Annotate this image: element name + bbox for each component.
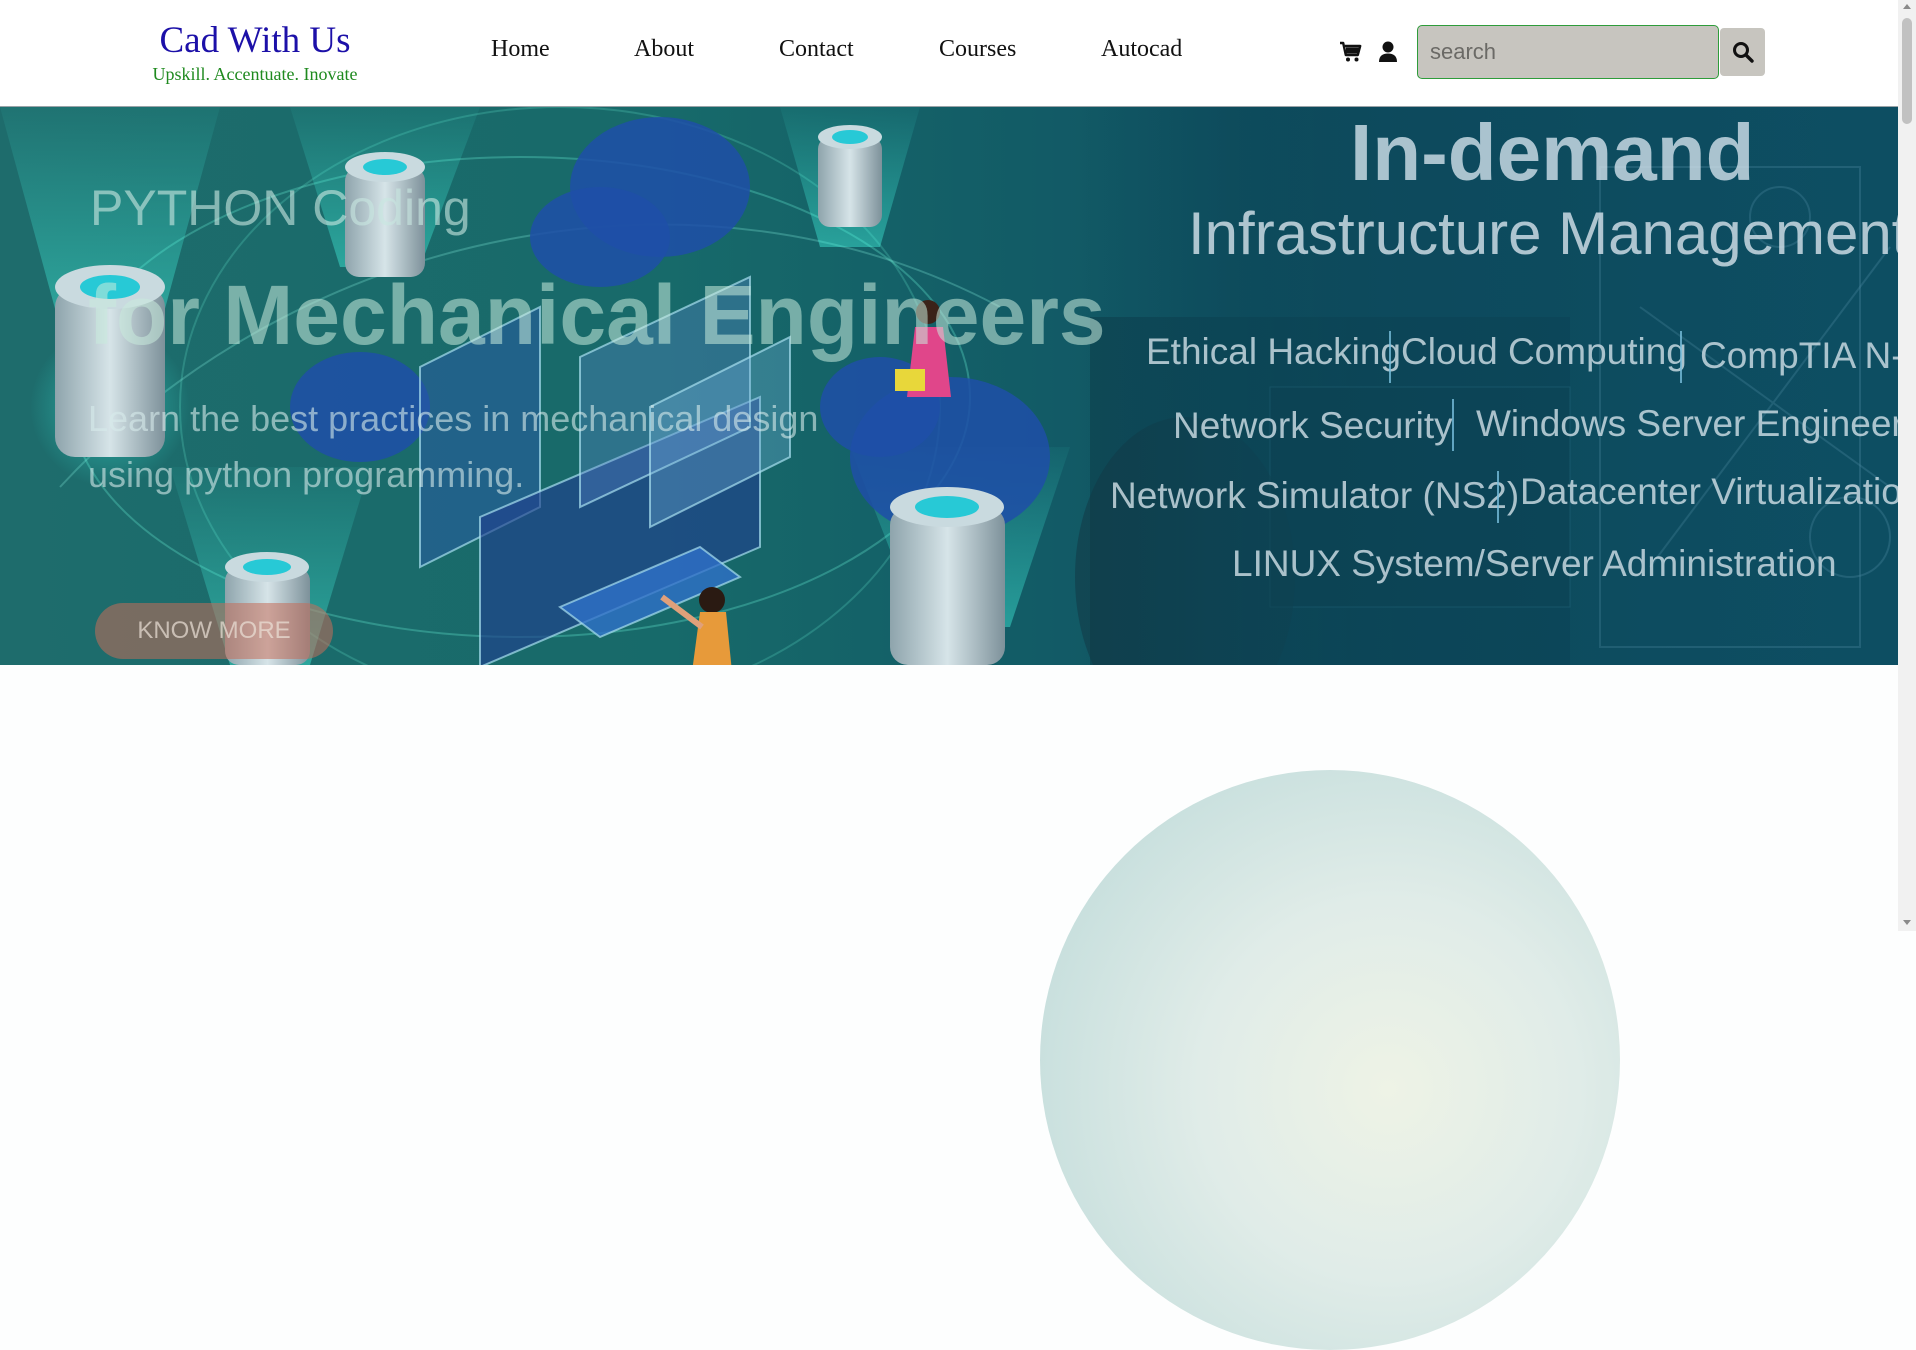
search-icon xyxy=(1732,41,1754,68)
ad-separator xyxy=(1497,471,1499,523)
scroll-down-arrow-icon[interactable] xyxy=(1903,920,1911,925)
nav-item-about[interactable]: About xyxy=(634,36,694,63)
scroll-up-arrow-icon[interactable] xyxy=(1903,4,1911,9)
hero-slide-kicker: PYTHON Coding xyxy=(90,180,471,236)
ad-tag: Network Security xyxy=(1173,405,1453,446)
brand-logo[interactable]: Cad With Us Upskill. Accentuate. Inovate xyxy=(120,18,390,84)
decorative-orb xyxy=(1040,770,1620,1350)
scrollbar-thumb[interactable] xyxy=(1902,18,1912,124)
ad-subheadline: Infrastructure Management xyxy=(1188,200,1898,267)
hero-slide-title: for Mechanical Engineers xyxy=(88,268,1106,362)
ad-tag: CompTIA N- xyxy=(1700,335,1898,376)
cart-icon[interactable] xyxy=(1339,40,1363,64)
search-button[interactable] xyxy=(1720,28,1765,76)
nav-item-autocad[interactable]: Autocad xyxy=(1101,36,1182,63)
ad-tag: Network Simulator (NS2) xyxy=(1110,475,1520,516)
ad-tag: LINUX System/Server Administration xyxy=(1232,543,1837,584)
nav-item-courses[interactable]: Courses xyxy=(939,36,1016,63)
know-more-button[interactable]: KNOW MORE xyxy=(95,603,333,659)
ad-tag: Cloud Computing xyxy=(1401,331,1687,372)
ad-tag: Windows Server Engineer xyxy=(1476,403,1898,444)
brand-title[interactable]: Cad With Us xyxy=(120,18,390,64)
ad-tag: Datacenter Virtualization xyxy=(1520,471,1898,512)
nav-item-home[interactable]: Home xyxy=(491,36,550,63)
brand-tagline: Upskill. Accentuate. Inovate xyxy=(152,64,358,84)
ad-separator xyxy=(1680,331,1682,383)
ad-tag: Ethical Hacking xyxy=(1146,331,1402,372)
ad-separator xyxy=(1452,399,1454,451)
search-input[interactable] xyxy=(1417,25,1719,79)
user-icon[interactable] xyxy=(1378,40,1398,64)
hero-banner: PYTHON Coding for Mechanical Engineers L… xyxy=(0,107,1898,665)
hero-slide-description: Learn the best practices in mechanical d… xyxy=(88,398,819,495)
nav-item-contact[interactable]: Contact xyxy=(779,36,854,63)
ad-headline: In-demand xyxy=(1350,108,1755,197)
page-scrollbar[interactable] xyxy=(1898,0,1916,931)
site-header: Cad With Us Upskill. Accentuate. Inovate… xyxy=(0,0,1898,107)
ad-separator xyxy=(1389,331,1391,383)
